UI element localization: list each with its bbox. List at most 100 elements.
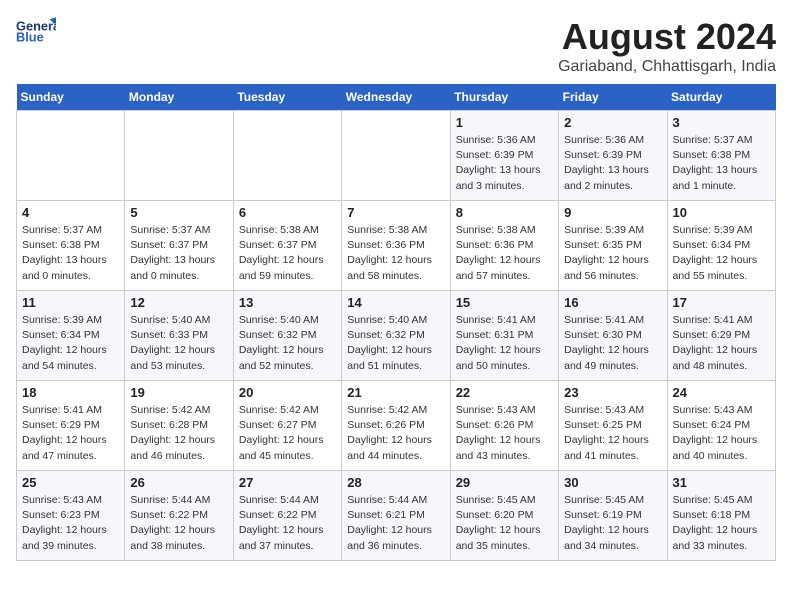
day-info: Sunrise: 5:39 AM Sunset: 6:34 PM Dayligh… (22, 313, 119, 374)
calendar-cell: 11 Sunrise: 5:39 AM Sunset: 6:34 PM Dayli… (17, 291, 125, 381)
calendar-header-cell: Thursday (450, 84, 558, 111)
day-info: Sunrise: 5:42 AM Sunset: 6:26 PM Dayligh… (347, 403, 444, 464)
day-info: Sunrise: 5:45 AM Sunset: 6:18 PM Dayligh… (673, 493, 770, 554)
calendar-cell: 13 Sunrise: 5:40 AM Sunset: 6:32 PM Dayli… (233, 291, 341, 381)
day-info: Sunrise: 5:43 AM Sunset: 6:23 PM Dayligh… (22, 493, 119, 554)
day-number: 18 (22, 385, 119, 400)
day-info: Sunrise: 5:43 AM Sunset: 6:26 PM Dayligh… (456, 403, 553, 464)
calendar-cell: 12 Sunrise: 5:40 AM Sunset: 6:33 PM Dayli… (125, 291, 233, 381)
calendar-cell: 8Sunrise: 5:38 AM Sunset: 6:36 PM Daylig… (450, 201, 558, 291)
day-number: 7 (347, 205, 444, 220)
day-info: Sunrise: 5:42 AM Sunset: 6:28 PM Dayligh… (130, 403, 227, 464)
day-info: Sunrise: 5:36 AM Sunset: 6:39 PM Dayligh… (456, 133, 553, 194)
calendar-cell: 20Sunrise: 5:42 AM Sunset: 6:27 PM Dayli… (233, 381, 341, 471)
day-number: 25 (22, 475, 119, 490)
calendar-week-row: 11 Sunrise: 5:39 AM Sunset: 6:34 PM Dayli… (17, 291, 776, 381)
calendar-cell: 6 Sunrise: 5:38 AM Sunset: 6:37 PM Daylig… (233, 201, 341, 291)
calendar-cell: 3 Sunrise: 5:37 AM Sunset: 6:38 PM Daylig… (667, 111, 775, 201)
day-number: 23 (564, 385, 661, 400)
calendar-cell: 31Sunrise: 5:45 AM Sunset: 6:18 PM Dayli… (667, 471, 775, 561)
calendar-cell: 15 Sunrise: 5:41 AM Sunset: 6:31 PM Dayli… (450, 291, 558, 381)
calendar-header-row: SundayMondayTuesdayWednesdayThursdayFrid… (17, 84, 776, 111)
calendar-cell (342, 111, 450, 201)
calendar-cell: 26Sunrise: 5:44 AM Sunset: 6:22 PM Dayli… (125, 471, 233, 561)
day-info: Sunrise: 5:41 AM Sunset: 6:30 PM Dayligh… (564, 313, 661, 374)
calendar-cell (17, 111, 125, 201)
calendar-cell: 9Sunrise: 5:39 AM Sunset: 6:35 PM Daylig… (559, 201, 667, 291)
calendar-week-row: 4 Sunrise: 5:37 AM Sunset: 6:38 PM Daylig… (17, 201, 776, 291)
day-number: 29 (456, 475, 553, 490)
day-number: 11 (22, 295, 119, 310)
day-info: Sunrise: 5:44 AM Sunset: 6:22 PM Dayligh… (239, 493, 336, 554)
day-info: Sunrise: 5:37 AM Sunset: 6:38 PM Dayligh… (673, 133, 770, 194)
day-number: 13 (239, 295, 336, 310)
calendar-cell: 24 Sunrise: 5:43 AM Sunset: 6:24 PM Dayli… (667, 381, 775, 471)
day-number: 27 (239, 475, 336, 490)
calendar-table: SundayMondayTuesdayWednesdayThursdayFrid… (16, 84, 776, 561)
calendar-header-cell: Friday (559, 84, 667, 111)
day-info: Sunrise: 5:38 AM Sunset: 6:37 PM Dayligh… (239, 223, 336, 284)
calendar-cell: 23 Sunrise: 5:43 AM Sunset: 6:25 PM Dayli… (559, 381, 667, 471)
calendar-header-cell: Tuesday (233, 84, 341, 111)
day-number: 28 (347, 475, 444, 490)
calendar-cell: 1 Sunrise: 5:36 AM Sunset: 6:39 PM Daylig… (450, 111, 558, 201)
day-info: Sunrise: 5:40 AM Sunset: 6:33 PM Dayligh… (130, 313, 227, 374)
calendar-header-cell: Sunday (17, 84, 125, 111)
calendar-cell: 28Sunrise: 5:44 AM Sunset: 6:21 PM Dayli… (342, 471, 450, 561)
day-info: Sunrise: 5:36 AM Sunset: 6:39 PM Dayligh… (564, 133, 661, 194)
calendar-body: 1 Sunrise: 5:36 AM Sunset: 6:39 PM Daylig… (17, 111, 776, 561)
calendar-cell (233, 111, 341, 201)
calendar-cell: 18Sunrise: 5:41 AM Sunset: 6:29 PM Dayli… (17, 381, 125, 471)
calendar-week-row: 25 Sunrise: 5:43 AM Sunset: 6:23 PM Dayli… (17, 471, 776, 561)
day-number: 19 (130, 385, 227, 400)
day-number: 6 (239, 205, 336, 220)
day-number: 1 (456, 115, 553, 130)
calendar-cell: 21 Sunrise: 5:42 AM Sunset: 6:26 PM Dayli… (342, 381, 450, 471)
calendar-cell: 4 Sunrise: 5:37 AM Sunset: 6:38 PM Daylig… (17, 201, 125, 291)
calendar-header-cell: Wednesday (342, 84, 450, 111)
calendar-cell: 14 Sunrise: 5:40 AM Sunset: 6:32 PM Dayli… (342, 291, 450, 381)
calendar-cell: 25 Sunrise: 5:43 AM Sunset: 6:23 PM Dayli… (17, 471, 125, 561)
page-title: August 2024 (558, 16, 776, 58)
logo-icon: General Blue (16, 16, 56, 44)
day-info: Sunrise: 5:44 AM Sunset: 6:22 PM Dayligh… (130, 493, 227, 554)
day-info: Sunrise: 5:43 AM Sunset: 6:25 PM Dayligh… (564, 403, 661, 464)
logo: General Blue (16, 16, 56, 44)
day-number: 15 (456, 295, 553, 310)
day-number: 30 (564, 475, 661, 490)
day-number: 12 (130, 295, 227, 310)
day-number: 10 (673, 205, 770, 220)
calendar-cell: 5 Sunrise: 5:37 AM Sunset: 6:37 PM Daylig… (125, 201, 233, 291)
svg-text:Blue: Blue (16, 30, 44, 44)
page-header: General Blue August 2024 Gariaband, Chha… (16, 16, 776, 76)
day-info: Sunrise: 5:39 AM Sunset: 6:34 PM Dayligh… (673, 223, 770, 284)
calendar-header-cell: Monday (125, 84, 233, 111)
day-number: 5 (130, 205, 227, 220)
page-subtitle: Gariaband, Chhattisgarh, India (558, 58, 776, 76)
day-number: 24 (673, 385, 770, 400)
day-number: 4 (22, 205, 119, 220)
day-info: Sunrise: 5:37 AM Sunset: 6:37 PM Dayligh… (130, 223, 227, 284)
day-number: 21 (347, 385, 444, 400)
day-info: Sunrise: 5:45 AM Sunset: 6:19 PM Dayligh… (564, 493, 661, 554)
day-info: Sunrise: 5:41 AM Sunset: 6:29 PM Dayligh… (673, 313, 770, 374)
day-number: 3 (673, 115, 770, 130)
day-number: 17 (673, 295, 770, 310)
day-info: Sunrise: 5:37 AM Sunset: 6:38 PM Dayligh… (22, 223, 119, 284)
title-block: August 2024 Gariaband, Chhattisgarh, Ind… (558, 16, 776, 76)
calendar-cell: 19 Sunrise: 5:42 AM Sunset: 6:28 PM Dayli… (125, 381, 233, 471)
calendar-cell: 30 Sunrise: 5:45 AM Sunset: 6:19 PM Dayli… (559, 471, 667, 561)
day-number: 16 (564, 295, 661, 310)
calendar-cell: 17 Sunrise: 5:41 AM Sunset: 6:29 PM Dayli… (667, 291, 775, 381)
calendar-cell: 10 Sunrise: 5:39 AM Sunset: 6:34 PM Dayli… (667, 201, 775, 291)
day-info: Sunrise: 5:41 AM Sunset: 6:31 PM Dayligh… (456, 313, 553, 374)
day-info: Sunrise: 5:40 AM Sunset: 6:32 PM Dayligh… (347, 313, 444, 374)
day-number: 14 (347, 295, 444, 310)
day-number: 22 (456, 385, 553, 400)
calendar-cell (125, 111, 233, 201)
day-info: Sunrise: 5:43 AM Sunset: 6:24 PM Dayligh… (673, 403, 770, 464)
day-info: Sunrise: 5:40 AM Sunset: 6:32 PM Dayligh… (239, 313, 336, 374)
calendar-cell: 29Sunrise: 5:45 AM Sunset: 6:20 PM Dayli… (450, 471, 558, 561)
day-info: Sunrise: 5:39 AM Sunset: 6:35 PM Dayligh… (564, 223, 661, 284)
day-info: Sunrise: 5:38 AM Sunset: 6:36 PM Dayligh… (347, 223, 444, 284)
